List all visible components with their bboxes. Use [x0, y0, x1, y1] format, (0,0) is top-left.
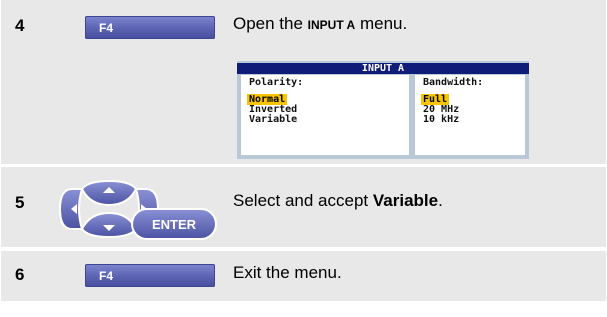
f4-key-button[interactable]: F4 [85, 264, 215, 287]
desc-keyword: INPUT A [307, 18, 356, 32]
menu-title: INPUT A [237, 63, 529, 74]
desc-text-before: Select and accept [233, 191, 373, 210]
desc-keyword: Variable [372, 191, 439, 210]
desc-text-after: menu. [355, 14, 408, 33]
menu-body: Polarity: Normal Inverted Variable Bandw… [241, 75, 525, 155]
step-description: Exit the menu. [233, 263, 342, 282]
desc-text-before: Open the [233, 14, 308, 33]
f4-key-button[interactable]: F4 [85, 16, 215, 39]
polarity-option-variable[interactable]: Variable [249, 115, 297, 125]
step-row-6: 6 F4 Exit the menu. [1, 251, 606, 301]
bandwidth-column: Bandwidth: Full 20 MHz 10 kHz [415, 75, 525, 155]
polarity-header: Polarity: [249, 77, 304, 88]
step-number: 4 [15, 16, 25, 35]
bandwidth-header: Bandwidth: [423, 77, 484, 88]
navigation-keypad[interactable]: ENTER [58, 179, 218, 241]
f4-key-label: F4 [99, 269, 114, 283]
step-row-5: 5 ENTER Select and accept Variable. [1, 167, 606, 247]
desc-text-after: . [438, 191, 443, 210]
bandwidth-option-10khz[interactable]: 10 kHz [423, 115, 459, 125]
input-a-menu: INPUT A Polarity: Normal Inverted Variab… [237, 61, 529, 159]
enter-key-label: ENTER [152, 217, 197, 232]
step-number: 6 [15, 265, 25, 284]
polarity-column: Polarity: Normal Inverted Variable [241, 75, 409, 155]
step-row-4: 4 F4 Open the INPUT A menu. INPUT A Pola… [1, 0, 606, 164]
step-description: Select and accept Variable. [233, 191, 443, 211]
step-number: 5 [15, 193, 25, 212]
step-description: Open the INPUT A menu. [233, 14, 407, 34]
f4-key-label: F4 [99, 21, 114, 35]
